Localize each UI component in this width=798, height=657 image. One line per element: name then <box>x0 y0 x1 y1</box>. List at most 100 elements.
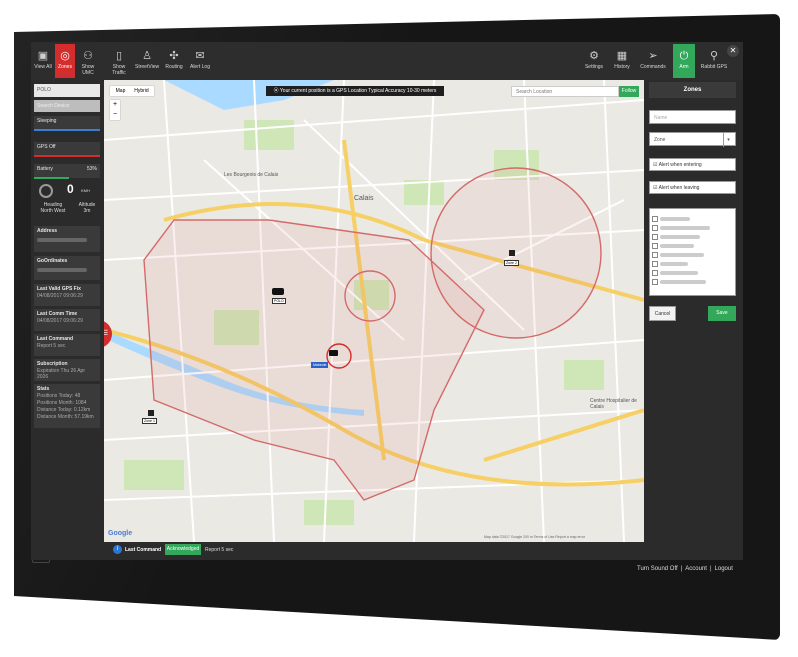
gps-bar <box>34 155 100 157</box>
status-value: Report 5 sec <box>205 547 234 553</box>
zones-icon: ◎ <box>60 50 70 62</box>
gps-accuracy-banner: ⦿ Your current position is a GPS Locatio… <box>266 86 444 96</box>
zoom-out-button[interactable]: − <box>110 110 120 120</box>
map-type-hybrid[interactable]: Hybrid <box>131 86 152 96</box>
checkbox-icon <box>652 278 658 285</box>
info-icon: i <box>113 545 122 554</box>
power-icon: ⏻ <box>679 50 689 62</box>
top-toolbar: ▣ View All ◎ Zones ⚇ Show UMC ▯ Show Tra… <box>31 42 743 81</box>
search-icon: ⚲ <box>709 50 719 62</box>
footer-links: Turn Sound Off | Account | Logout <box>637 566 733 572</box>
status-label: Last Command <box>125 547 162 553</box>
rabbit-gps-button[interactable]: ⚲ Rabbit GPS <box>699 44 729 78</box>
zone-type-select[interactable]: Zone ▾ <box>649 132 736 147</box>
park-area <box>564 360 604 390</box>
geofence-zone-2 <box>430 167 602 339</box>
list-item[interactable] <box>652 210 733 222</box>
sleeping-status: Sleeping <box>34 116 100 130</box>
coordinates-redacted <box>37 268 87 272</box>
commands-button[interactable]: ➢ Commands <box>639 44 667 78</box>
battery-bar <box>34 177 69 179</box>
car-icon: ▣ <box>37 50 49 62</box>
logout-link[interactable]: Logout <box>715 566 733 572</box>
save-button[interactable]: Save <box>708 306 736 321</box>
subscription-section: Subscription Expiration Thu 26 Apr 2026 <box>34 359 100 381</box>
close-icon[interactable]: ✕ <box>727 45 739 57</box>
park-area <box>304 500 354 525</box>
turn-sound-off-link[interactable]: Turn Sound Off <box>637 566 678 572</box>
zoom-in-button[interactable]: + <box>110 100 120 110</box>
speed-unit: KMH <box>81 188 90 193</box>
hospital-label: Centre Hospitalier de Calais <box>590 398 637 410</box>
search-device-input[interactable]: Search Device <box>34 100 100 112</box>
address-redacted <box>37 238 87 242</box>
device-checklist <box>649 208 736 296</box>
address-section: Address <box>34 226 100 252</box>
battery-status: Battery 53% <box>34 164 100 178</box>
search-location-input[interactable]: Search Location <box>511 86 619 97</box>
alert-leaving-checkbox[interactable]: ☑ Alert when leaving <box>649 181 736 194</box>
park-area <box>244 120 294 150</box>
users-icon: ⚇ <box>83 50 93 62</box>
marker-label-mabeole[interactable]: Mabeole <box>311 362 329 368</box>
settings-button[interactable]: ⚙ Settings <box>583 44 605 78</box>
routing-icon: ✣ <box>169 50 179 62</box>
marker-label-zone-1[interactable]: Zone 1 <box>142 418 157 424</box>
altitude-block: Altitude 3m <box>78 202 96 214</box>
list-item[interactable] <box>652 228 733 240</box>
marker-label-polo[interactable]: POLO <box>272 298 286 304</box>
chevron-down-icon: ▾ <box>723 133 733 147</box>
last-comm-section: Last Comm Time 04/08/2017 09:06:29 <box>34 309 100 331</box>
zone-name-input[interactable]: Name <box>649 110 736 124</box>
google-logo: Google <box>108 530 133 537</box>
zone-1-pin-icon <box>148 410 154 416</box>
checkbox-checked-icon: ☑ <box>653 162 658 168</box>
list-item[interactable] <box>652 264 733 276</box>
car-icon-polo <box>272 288 284 295</box>
park-area <box>124 460 184 490</box>
envelope-icon: ✉ <box>195 50 205 62</box>
device-name-field[interactable]: POLO <box>34 84 100 97</box>
marker-label-zone-2[interactable]: Zone 2 <box>504 260 519 266</box>
cancel-button[interactable]: Cancel <box>649 306 676 321</box>
gps-status: GPS Off <box>34 142 100 156</box>
zones-button[interactable]: ◎ Zones <box>55 44 75 78</box>
traffic-light-icon: ▯ <box>115 50 123 62</box>
person-icon: ♙ <box>142 50 152 62</box>
stats-section: Stats Positions Today: 48 Positions Mont… <box>34 384 100 428</box>
routing-button[interactable]: ✣ Routing <box>163 44 185 78</box>
paper-plane-icon: ➢ <box>648 50 658 62</box>
follow-button[interactable]: Follow <box>619 86 639 97</box>
last-command-section: Last Command Report 5 sec <box>34 334 100 356</box>
zones-panel: Zones Name Zone ▾ ☑ Alert when entering … <box>644 80 743 560</box>
map-canvas[interactable]: Calais Les Bourgeois de Calais Centre Ho… <box>104 80 644 542</box>
status-bar: i Last Command Acknowledged Report 5 sec <box>104 542 644 560</box>
streetview-button[interactable]: ♙ StreetView <box>135 44 159 78</box>
gears-icon: ⚙ <box>589 50 599 62</box>
alert-log-button[interactable]: ✉ Alert Log <box>189 44 211 78</box>
map-graphics <box>104 80 644 542</box>
history-button[interactable]: ▦ History <box>611 44 633 78</box>
zones-panel-title: Zones <box>649 82 736 98</box>
speedometer-icon <box>39 184 53 198</box>
calendar-icon: ▦ <box>616 50 628 62</box>
city-label: Calais <box>354 195 374 202</box>
car-icon-mabeole <box>329 350 338 356</box>
show-umc-button[interactable]: ⚇ Show UMC <box>77 44 99 78</box>
list-item[interactable] <box>652 246 733 258</box>
list-item[interactable] <box>652 273 733 285</box>
show-traffic-button[interactable]: ▯ Show Traffic <box>107 44 131 78</box>
map-attribution[interactable]: Map data ©2017 Google 200 m Terms of Use… <box>484 535 585 539</box>
status-badge: Acknowledged <box>165 544 201 555</box>
heading-block: Heading North West <box>40 202 66 214</box>
device-info-panel: POLO Search Device Sleeping GPS Off Batt… <box>31 80 103 560</box>
list-item[interactable] <box>652 237 733 249</box>
last-fix-section: Last Valid GPS Fix 04/08/2017 09:06:29 <box>34 284 100 306</box>
alert-entering-checkbox[interactable]: ☑ Alert when entering <box>649 158 736 171</box>
list-item[interactable] <box>652 219 733 231</box>
speed-value: 0 <box>67 182 74 196</box>
arm-button[interactable]: ⏻ Arm <box>673 44 695 78</box>
view-all-button[interactable]: ▣ View All <box>33 44 53 78</box>
account-link[interactable]: Account <box>685 566 707 572</box>
map-type-map[interactable]: Map <box>110 86 131 96</box>
